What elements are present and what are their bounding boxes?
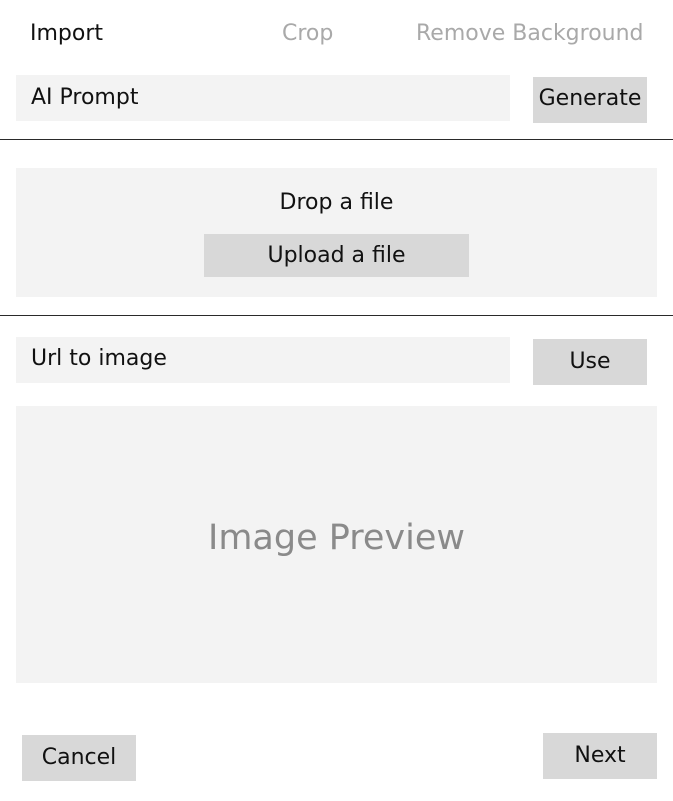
image-preview: Image Preview: [16, 406, 657, 683]
cancel-button[interactable]: Cancel: [22, 735, 136, 781]
ai-prompt-input[interactable]: AI Prompt: [16, 75, 510, 121]
use-url-button[interactable]: Use: [533, 339, 647, 385]
divider: [0, 315, 673, 316]
dropzone-label: Drop a file: [279, 190, 394, 215]
image-preview-label: Image Preview: [208, 518, 465, 558]
generate-button[interactable]: Generate: [533, 77, 647, 123]
file-dropzone[interactable]: Drop a file Upload a file: [16, 168, 657, 297]
tab-import[interactable]: Import: [30, 18, 103, 50]
divider: [0, 139, 673, 140]
upload-file-button[interactable]: Upload a file: [204, 234, 469, 277]
tab-crop[interactable]: Crop: [282, 18, 333, 50]
image-url-input[interactable]: Url to image: [16, 337, 510, 383]
tab-remove-background[interactable]: Remove Background: [416, 18, 644, 50]
next-button[interactable]: Next: [543, 733, 657, 779]
